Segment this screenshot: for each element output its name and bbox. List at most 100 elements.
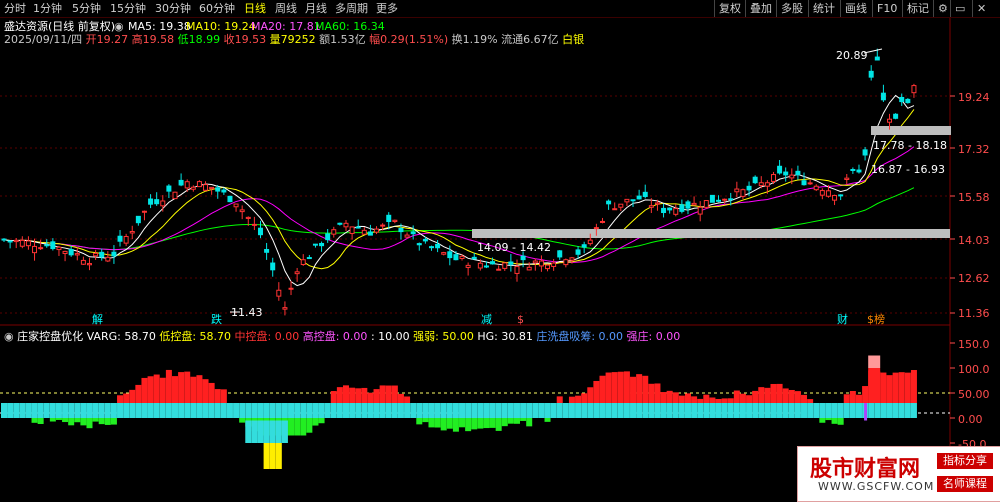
indicator-bar-cyan: [715, 403, 722, 418]
indicator-bar-red: [361, 387, 368, 403]
indicator-bar-cyan: [868, 403, 875, 418]
candle-body: [545, 264, 551, 270]
strong-dealer-value: 强庄: 0.00: [626, 330, 681, 343]
indicator-bar-red: [556, 396, 563, 403]
watermark-tag-course: 名师课程: [937, 476, 993, 492]
indicator-bar-cyan: [477, 403, 484, 418]
float-value: 流通6.67亿: [501, 33, 559, 46]
candle-body: [905, 98, 911, 104]
support-zone-lower: [472, 229, 950, 238]
indicator-bar-cyan: [550, 403, 557, 418]
indicator-toggle-icon[interactable]: ◉: [4, 330, 14, 343]
candle-body: [190, 186, 196, 190]
indicator-bar-red: [165, 369, 172, 403]
indicator-bar-cyan: [489, 403, 496, 418]
indicator-bar-red: [630, 376, 637, 403]
indicator-bar-red: [672, 392, 679, 403]
indicator-bar-red: [886, 375, 893, 403]
candle-body: [404, 234, 410, 238]
indicator-bar-cyan-deep: [263, 420, 270, 443]
candle-body: [532, 260, 538, 264]
candle-body: [331, 229, 337, 235]
indicator-bar-red: [404, 396, 411, 403]
candle-body: [740, 189, 746, 197]
indicator-bar-red: [135, 384, 142, 403]
candle-body: [215, 187, 221, 192]
candle-body: [880, 92, 886, 101]
indicator-bar-cyan: [269, 403, 276, 418]
volume-value: 79252: [280, 33, 316, 46]
candle-body: [819, 190, 825, 196]
indicator-name[interactable]: 庄家控盘优化: [17, 330, 83, 343]
sector-link[interactable]: 白银: [562, 33, 584, 46]
indicator-bar-green: [31, 418, 38, 423]
indicator-bar-cyan: [678, 403, 685, 418]
event-marker-bang[interactable]: $榜: [867, 313, 885, 326]
event-marker-dollar[interactable]: $: [517, 313, 524, 326]
indicator-bar-green: [37, 418, 44, 424]
indicator-bar-green: [294, 418, 301, 436]
indicator-bar-green: [239, 418, 246, 423]
indicator-bar-cyan: [886, 403, 893, 418]
y-tick: 12.62: [958, 272, 990, 285]
indicator-bar-cyan: [404, 403, 411, 418]
indicator-bar-cyan: [733, 403, 740, 418]
indicator-bar-cyan: [440, 403, 447, 418]
sub-y-tick: 50.00: [958, 388, 990, 401]
ma10-value: MA10: 19.24: [186, 20, 256, 33]
indicator-bar-cyan: [721, 403, 728, 418]
event-marker-die[interactable]: 跌: [211, 313, 222, 326]
candle-body: [111, 251, 117, 257]
candle-body: [398, 227, 404, 233]
indicator-bar-cyan: [904, 403, 911, 418]
indicator-bar-cyan: [611, 403, 618, 418]
watermark-site: 股市财富网: [810, 456, 921, 482]
indicator-bar-cyan: [581, 403, 588, 418]
candle-body: [172, 191, 178, 200]
indicator-bar-red: [349, 387, 356, 403]
indicator-bar-cyan: [416, 403, 423, 418]
indicator-bar-green: [446, 418, 453, 429]
indicator-bar-red: [697, 398, 704, 403]
indicator-bar-cyan: [654, 403, 661, 418]
indicator-bar-cyan: [794, 403, 801, 418]
indicator-bar-cyan: [263, 403, 270, 418]
indicator-bar-green: [422, 418, 429, 423]
indicator-bar-cyan: [49, 403, 56, 418]
indicator-bar-cyan: [391, 403, 398, 418]
indicator-bar-cyan: [220, 403, 227, 418]
indicator-bar-red: [636, 374, 643, 403]
indicator-bar-red: [178, 372, 185, 403]
indicator-bar-cyan: [617, 403, 624, 418]
candle-body: [685, 201, 691, 209]
indicator-bar-cyan: [575, 403, 582, 418]
candle-body: [233, 203, 239, 208]
indicator-bar-cyan: [538, 403, 545, 418]
indicator-bar-red: [129, 389, 136, 403]
ma5-line: [3, 94, 915, 287]
event-marker-cai[interactable]: 财: [837, 313, 848, 326]
indicator-bar-cyan: [526, 403, 533, 418]
indicator-bar-cyan: [361, 403, 368, 418]
ma-toggle-icon[interactable]: ◉: [114, 20, 124, 33]
candle-body: [691, 202, 697, 206]
event-marker-jian[interactable]: 减: [481, 313, 492, 326]
zone-label-upper: 17.78 - 18.18: [873, 139, 947, 152]
indicator-bar-cyan: [642, 403, 649, 418]
indicator-bar-cyan: [342, 403, 349, 418]
indicator-bar-cyan: [422, 403, 429, 418]
change-label: 幅: [369, 33, 381, 46]
indicator-bar-green: [452, 418, 459, 432]
indicator-bar-red: [184, 371, 191, 403]
indicator-bar-cyan: [520, 403, 527, 418]
indicator-bar-green: [459, 418, 466, 428]
candle-body: [636, 195, 642, 200]
event-marker-jie[interactable]: 解: [92, 313, 103, 326]
indicator-bar-cyan: [318, 403, 325, 418]
indicator-bar-cyan: [92, 403, 99, 418]
candle-body: [483, 265, 489, 268]
indicator-bar-cyan: [660, 403, 667, 418]
candle-body: [105, 256, 111, 262]
indicator-bar-green: [86, 418, 93, 429]
high-label: 高: [131, 33, 143, 46]
